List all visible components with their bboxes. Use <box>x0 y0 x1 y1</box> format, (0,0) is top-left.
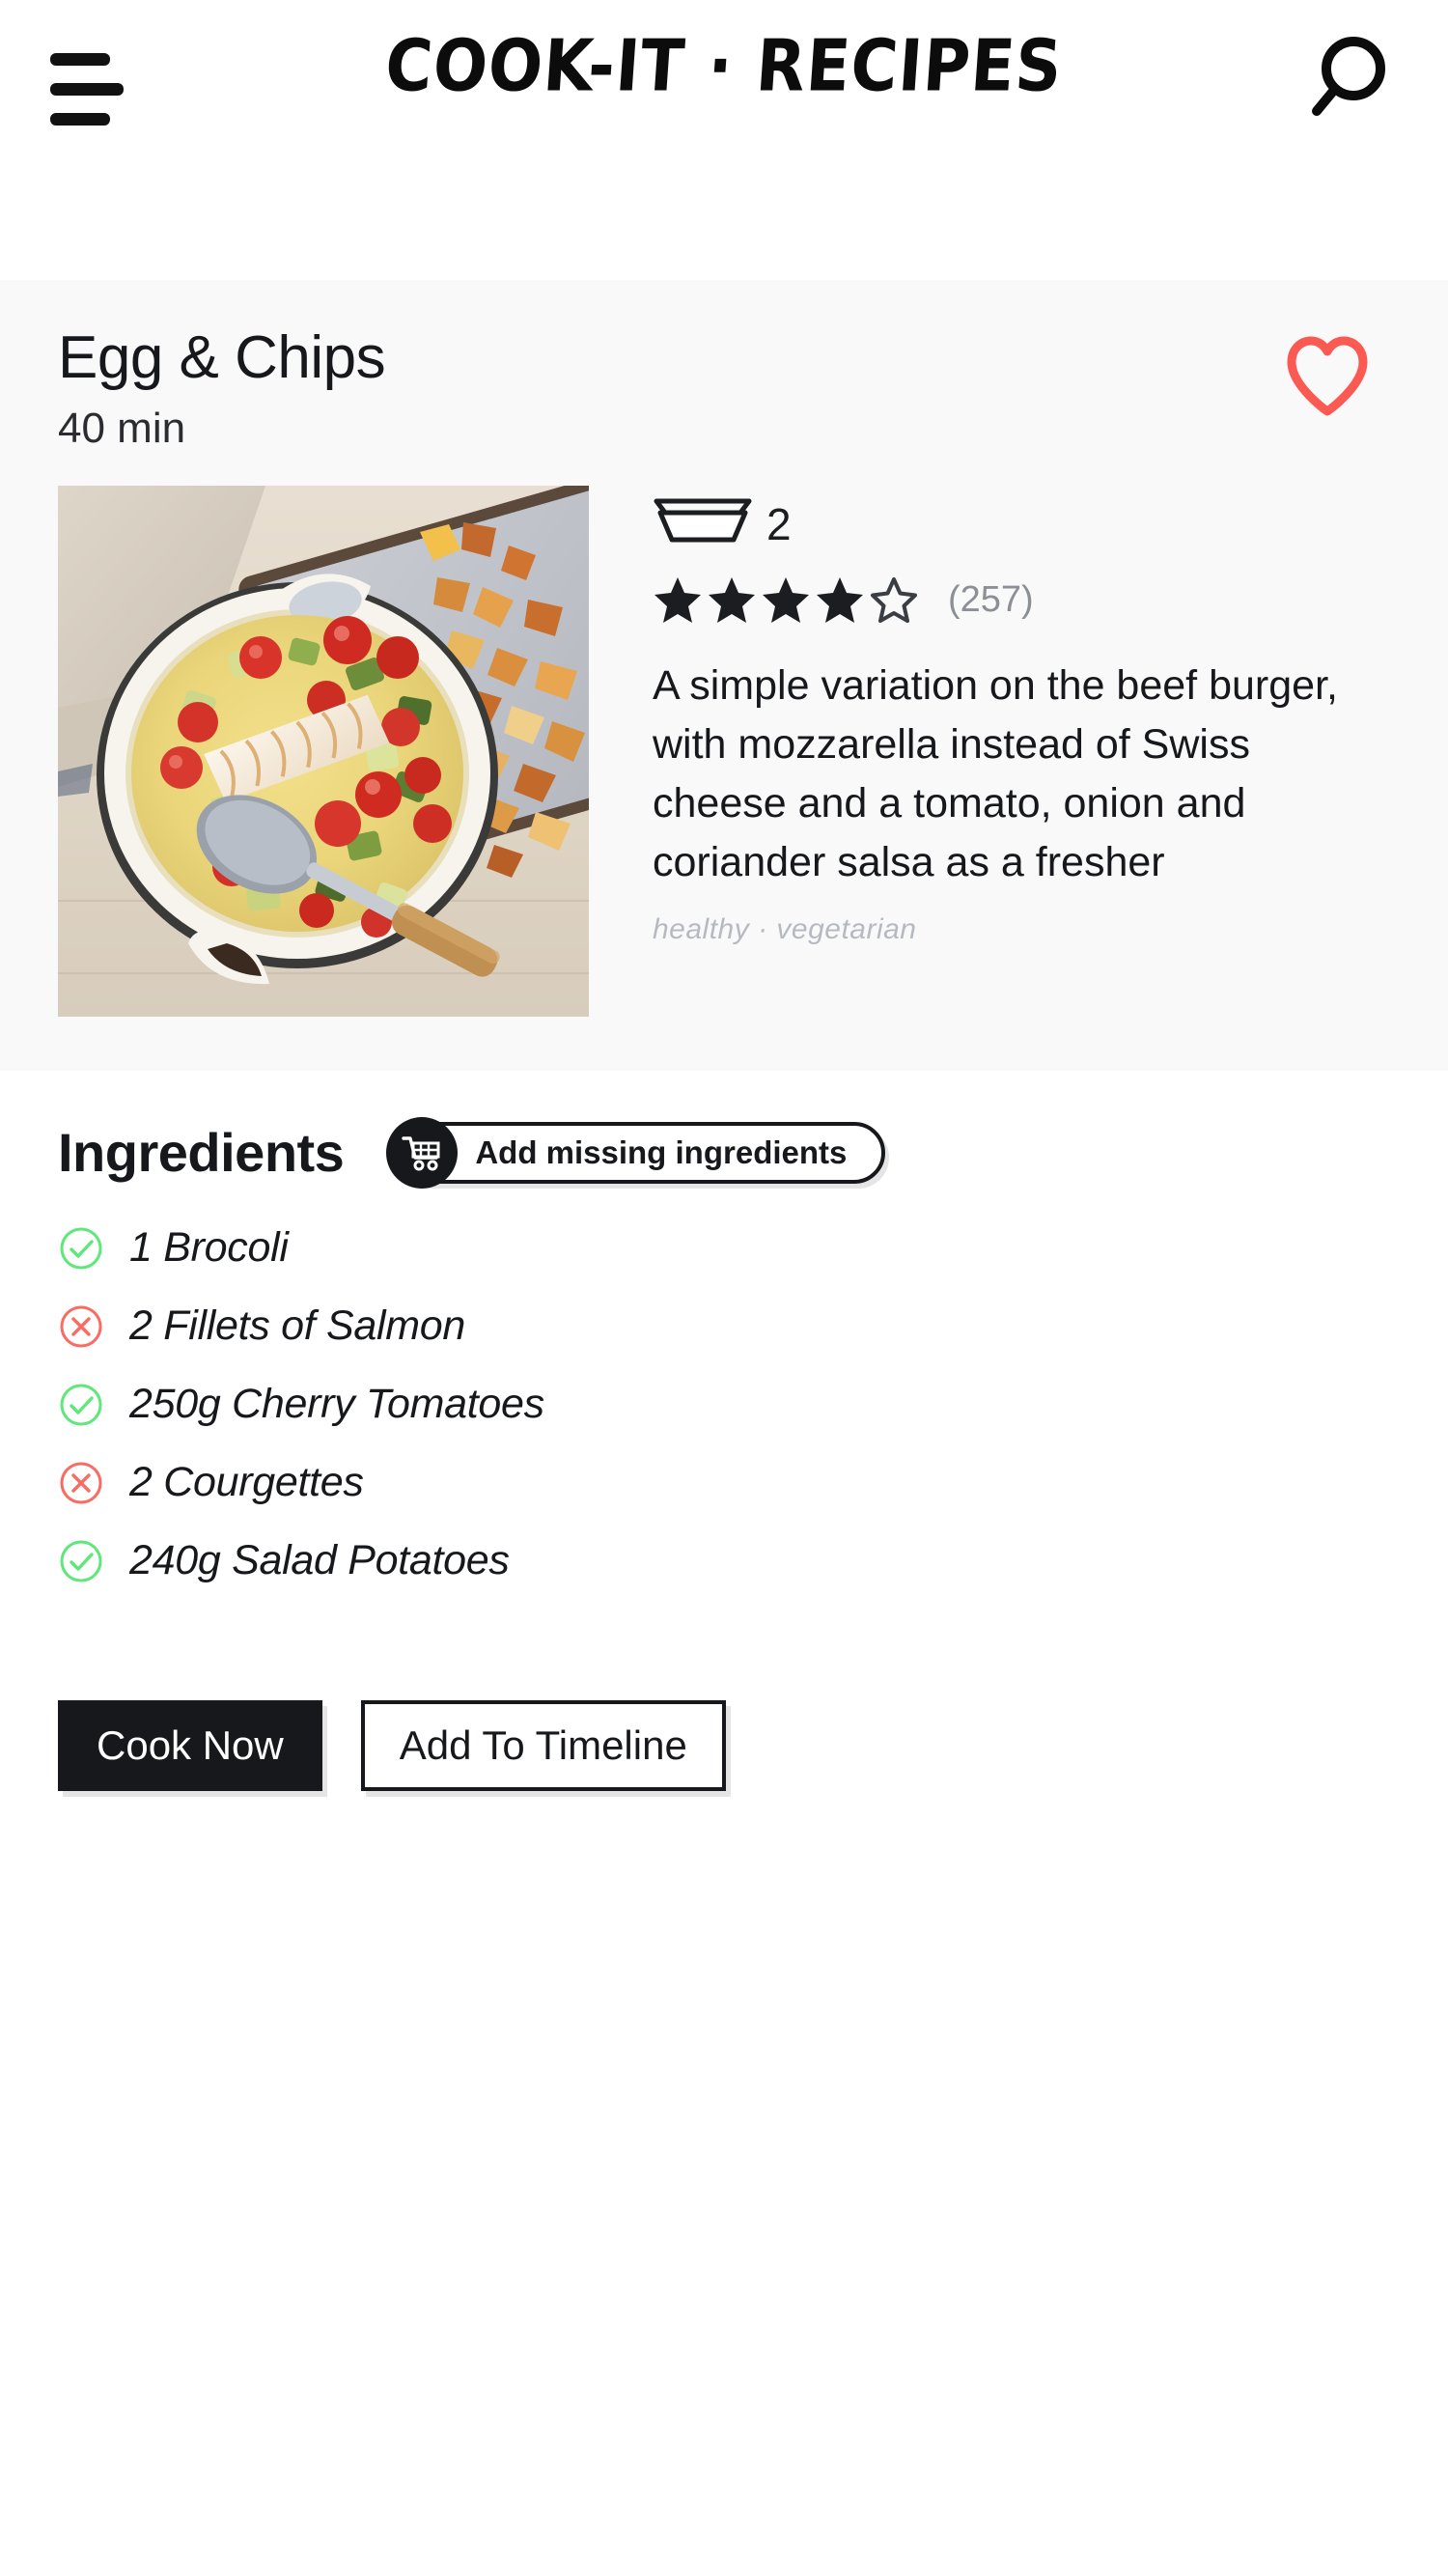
check-circle-icon <box>58 1225 104 1272</box>
star-rating[interactable] <box>653 575 919 624</box>
star-filled-4 <box>817 577 863 624</box>
app-header: COOK-IT · RECIPES <box>0 0 1448 280</box>
ingredients-section: Ingredients Add missing ingredients 1 Br… <box>0 1071 1448 1585</box>
list-item[interactable]: 2 Courgettes <box>58 1459 1390 1506</box>
add-missing-ingredients-button[interactable]: Add missing ingredients <box>386 1116 886 1189</box>
servings-row: 2 <box>653 495 1390 552</box>
ingredients-heading: Ingredients <box>58 1122 345 1184</box>
recipe-photo <box>58 486 589 1018</box>
list-item[interactable]: 2 Fillets of Salmon <box>58 1302 1390 1350</box>
check-circle-icon <box>58 1382 104 1428</box>
list-item[interactable]: 240g Salad Potatoes <box>58 1537 1390 1584</box>
app-title: COOK-IT · RECIPES <box>382 24 1066 108</box>
x-circle-icon <box>58 1303 104 1350</box>
recipe-card: Egg & Chips 40 min 2 (257) A simple vari… <box>0 280 1448 1072</box>
hamburger-bar-middle <box>50 83 124 96</box>
cook-now-button[interactable]: Cook Now <box>58 1700 322 1792</box>
recipe-heading-group: Egg & Chips 40 min <box>58 324 386 453</box>
recipe-card-body: 2 (257) A simple variation on the beef b… <box>58 486 1390 1018</box>
star-filled-1 <box>654 577 701 624</box>
ingredients-header: Ingredients Add missing ingredients <box>58 1116 1390 1189</box>
recipe-title: Egg & Chips <box>58 324 386 391</box>
recipe-card-header: Egg & Chips 40 min <box>58 326 1390 453</box>
recipe-description: A simple variation on the beef burger, w… <box>653 662 1338 886</box>
list-item[interactable]: 1 Brocoli <box>58 1224 1390 1272</box>
ingredient-label: 2 Fillets of Salmon <box>129 1302 466 1350</box>
add-to-timeline-button[interactable]: Add To Timeline <box>360 1700 726 1792</box>
ingredient-label: 1 Brocoli <box>129 1224 289 1272</box>
servings-count: 2 <box>766 498 792 549</box>
star-empty-5 <box>871 577 917 624</box>
action-buttons: Cook Now Add To Timeline <box>0 1615 1448 1792</box>
add-missing-ingredients-label: Add missing ingredients <box>475 1134 848 1170</box>
list-item[interactable]: 250g Cherry Tomatoes <box>58 1381 1390 1428</box>
hamburger-menu-icon[interactable] <box>50 53 127 126</box>
check-circle-icon <box>58 1538 104 1584</box>
ingredient-label: 240g Salad Potatoes <box>129 1537 510 1584</box>
recipe-info: 2 (257) A simple variation on the beef b… <box>653 486 1390 1017</box>
ingredient-label: 250g Cherry Tomatoes <box>129 1381 544 1428</box>
star-filled-2 <box>709 577 755 624</box>
search-icon[interactable] <box>1300 34 1392 126</box>
stacked-plates-icon <box>653 495 753 552</box>
recipe-cook-time: 40 min <box>58 405 186 453</box>
hamburger-bar-bottom <box>50 113 110 126</box>
ingredients-list: 1 Brocoli 2 Fillets of Salmon 250g Cherr… <box>58 1224 1390 1584</box>
rating-row[interactable]: (257) <box>653 575 1390 624</box>
star-filled-3 <box>763 577 809 624</box>
ingredient-label: 2 Courgettes <box>129 1459 364 1506</box>
hamburger-bar-top <box>50 53 110 66</box>
shopping-cart-icon <box>386 1116 459 1189</box>
heart-outline-icon[interactable] <box>1284 336 1371 417</box>
review-count: (257) <box>948 578 1034 620</box>
x-circle-icon <box>58 1460 104 1506</box>
recipe-tags: healthy · vegetarian <box>653 913 917 946</box>
